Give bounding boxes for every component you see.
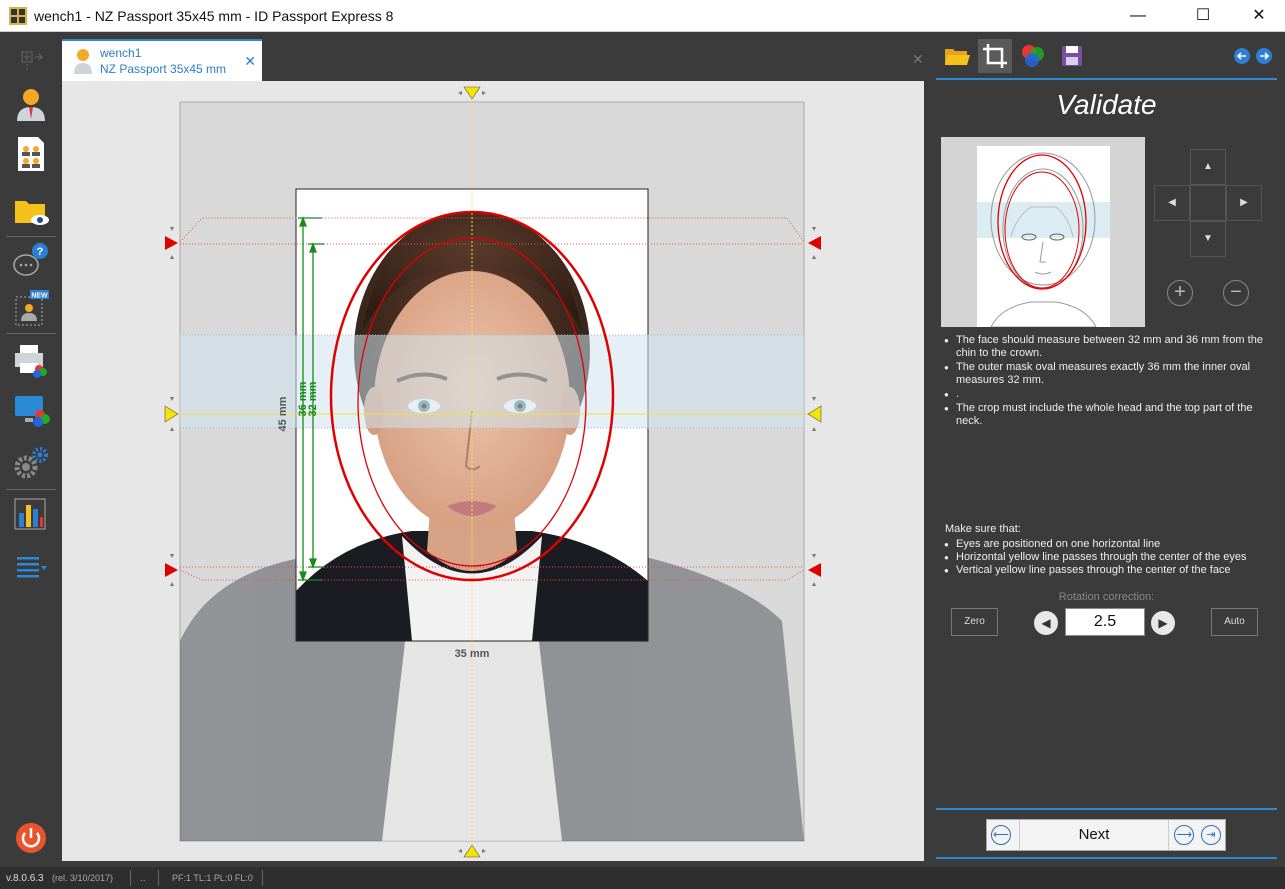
version-label: v.8.0.6.3: [6, 873, 44, 884]
rotation-correction-label: Rotation correction:: [1058, 591, 1155, 603]
person-icon: [74, 49, 92, 74]
svg-text:?: ?: [37, 246, 44, 258]
panel-divider-top: [936, 78, 1277, 80]
maximize-button[interactable]: ☐: [1180, 0, 1226, 32]
previous-step-icon[interactable]: ⟵: [991, 825, 1011, 845]
tab-photo-spec: NZ Passport 35x45 mm: [100, 62, 227, 76]
move-right-button[interactable]: ▶: [1226, 185, 1262, 221]
dpad-center: [1190, 185, 1226, 221]
guide-preview: [941, 137, 1145, 328]
multiple-photos-icon[interactable]: [12, 135, 50, 173]
tab-close-icon[interactable]: ✕: [244, 53, 256, 70]
panel-title: Validate: [1056, 89, 1157, 120]
make-sure-heading: Make sure that:: [945, 523, 1021, 535]
release-date-label: (rel. 3/10/2017): [52, 873, 114, 883]
next-step-icon[interactable]: ⟶: [1174, 825, 1194, 845]
color-adjust-icon[interactable]: [1016, 39, 1050, 73]
navigation-bar: ⟵ Next ⟶ ⇥: [986, 819, 1226, 851]
instruction-item: The face should measure between 32 mm an…: [944, 334, 1274, 360]
photo-canvas[interactable]: 36 mm 32 mm 45 mm 35 mm: [62, 81, 924, 861]
help-chat-icon[interactable]: ?: [12, 241, 50, 279]
auto-rotation-button[interactable]: Auto: [1211, 608, 1258, 636]
instruction-item: The outer mask oval measures exactly 36 …: [944, 361, 1274, 387]
status-dots: ..: [140, 873, 146, 884]
move-down-button[interactable]: ▼: [1190, 221, 1226, 257]
photo-crop-editor[interactable]: 36 mm 32 mm 45 mm 35 mm: [62, 81, 924, 861]
status-bar: v.8.0.6.3 (rel. 3/10/2017) .. PF:1 TL:1 …: [0, 867, 1285, 889]
rotate-left-button[interactable]: ◀: [1034, 611, 1058, 635]
print-icon[interactable]: [12, 341, 50, 379]
close-window-button[interactable]: ✕: [1236, 0, 1282, 32]
check-item: Horizontal yellow line passes through th…: [944, 551, 1284, 564]
menu-list-icon[interactable]: [12, 547, 50, 585]
validation-instructions: The face should measure between 32 mm an…: [944, 334, 1274, 429]
inner-oval-dimension-label: 32 mm: [307, 381, 319, 416]
right-crown-handle[interactable]: [808, 227, 821, 259]
crop-tool-icon[interactable]: [978, 39, 1012, 73]
document-tab-bar: wench1 NZ Passport 35x45 mm ✕ ✕: [62, 33, 936, 81]
check-item: Eyes are positioned on one horizontal li…: [944, 538, 1284, 551]
window-title: wench1 - NZ Passport 35x45 mm - ID Passp…: [34, 8, 394, 24]
left-sidebar: ? NEW: [0, 33, 62, 867]
panel-divider-bottom: [936, 808, 1277, 810]
settings-gears-icon[interactable]: [12, 443, 50, 481]
instruction-item: .: [944, 388, 1274, 401]
add-layout-icon[interactable]: [12, 45, 50, 71]
checklist: Eyes are positioned on one horizontal li…: [944, 538, 1284, 577]
zero-rotation-button[interactable]: Zero: [951, 608, 998, 636]
bottom-center-handle[interactable]: [458, 844, 486, 858]
validate-panel: Validate ▲ ◀ ▶ ▼ + − The face should mea…: [936, 33, 1285, 867]
last-step-icon[interactable]: ⇥: [1201, 825, 1221, 845]
minimize-button[interactable]: —: [1115, 0, 1161, 32]
zoom-out-button[interactable]: −: [1223, 280, 1249, 306]
right-chin-handle[interactable]: [808, 554, 821, 586]
tab-photo-name: wench1: [100, 46, 142, 60]
folder-view-icon[interactable]: [12, 193, 50, 231]
open-folder-icon[interactable]: [940, 39, 974, 73]
left-eye-line-handle[interactable]: [164, 397, 179, 431]
instruction-item: The crop must include the whole head and…: [944, 402, 1274, 428]
power-off-icon[interactable]: [12, 819, 50, 857]
rotate-right-button[interactable]: ▶: [1151, 611, 1175, 635]
person-profile-icon[interactable]: [12, 85, 50, 123]
height-dimension-label: 45 mm: [277, 396, 289, 431]
rotation-value-input[interactable]: 2.5: [1065, 608, 1145, 636]
top-center-handle[interactable]: [458, 86, 486, 100]
width-dimension-label: 35 mm: [455, 648, 490, 660]
new-photo-icon[interactable]: NEW: [12, 289, 50, 327]
display-color-icon[interactable]: [12, 391, 50, 429]
move-left-button[interactable]: ◀: [1154, 185, 1190, 221]
zoom-in-button[interactable]: +: [1167, 280, 1193, 306]
title-bar: wench1 - NZ Passport 35x45 mm - ID Passp…: [0, 0, 1285, 32]
close-all-tabs-icon[interactable]: ✕: [912, 51, 924, 68]
forward-arrow-icon[interactable]: [1247, 39, 1281, 73]
tab-wench1[interactable]: wench1 NZ Passport 35x45 mm ✕: [62, 39, 262, 81]
save-disk-icon[interactable]: [1055, 39, 1089, 73]
panel-divider-footer: [936, 857, 1277, 859]
svg-text:NEW: NEW: [31, 293, 48, 300]
next-button[interactable]: Next: [1019, 820, 1169, 850]
status-flags: PF:1 TL:1 PL:0 FL:0: [172, 873, 253, 883]
check-item: Vertical yellow line passes through the …: [944, 564, 1284, 577]
statistics-chart-icon[interactable]: [12, 495, 50, 533]
app-logo-icon: [9, 7, 27, 25]
move-up-button[interactable]: ▲: [1190, 149, 1226, 185]
right-eye-line-handle[interactable]: [807, 397, 822, 431]
left-crown-handle[interactable]: [165, 227, 178, 259]
left-chin-handle[interactable]: [165, 554, 178, 586]
